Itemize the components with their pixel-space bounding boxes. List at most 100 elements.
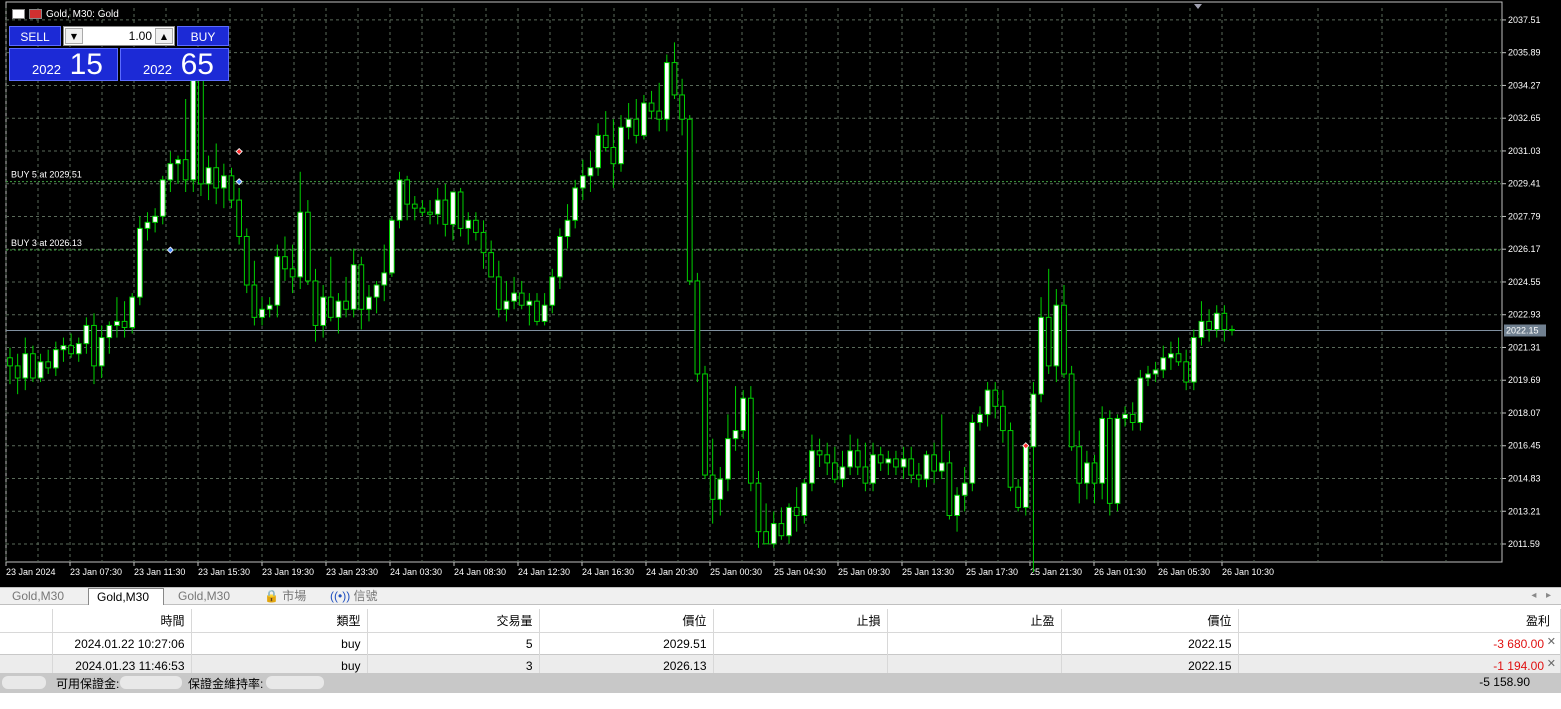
candle-body [816, 450, 823, 456]
tab-scroll-arrows[interactable]: ◂ ▸ [1531, 588, 1551, 604]
tab-gold-m30-1[interactable]: Gold,M30 [4, 588, 87, 605]
candle-body [679, 94, 685, 120]
candle-body [732, 430, 739, 440]
candle-body [457, 191, 464, 229]
trades-table: 時間 類型 交易量 價位 止損 止盈 價位 盈利 2024.01.22 10:2… [0, 609, 1561, 677]
candle-body [1091, 462, 1098, 484]
candle-body [1190, 337, 1197, 383]
candle-body [579, 175, 586, 189]
candle-body [243, 235, 250, 286]
header-sl[interactable]: 止損 [713, 609, 888, 633]
candle-body [1007, 430, 1014, 488]
candle-body [1160, 357, 1167, 371]
row-volume: 5 [367, 632, 540, 655]
lot-increase-icon[interactable]: ▲ [155, 28, 173, 44]
tab-gold-m30-3[interactable]: Gold,M30 [170, 588, 250, 605]
candle-body [60, 345, 67, 351]
candle-body [870, 454, 876, 484]
header-type[interactable]: 類型 [191, 609, 368, 633]
row-tp [887, 632, 1062, 655]
candle-body [786, 506, 792, 537]
candle-body [14, 365, 21, 379]
candle-body [213, 167, 220, 189]
candle-body [1137, 377, 1144, 423]
candle-body [641, 102, 647, 136]
header-current-price[interactable]: 價位 [1061, 609, 1239, 633]
price-tick-label: 2032.65 [1508, 113, 1541, 123]
header-profit[interactable]: 盈利 [1238, 609, 1561, 633]
candle-body [282, 256, 288, 270]
candle-body [908, 458, 915, 476]
candle-body [450, 191, 456, 225]
chart-grid-icon [12, 9, 25, 20]
candle-body [801, 482, 808, 516]
total-profit: -5 158.90 [1479, 675, 1530, 689]
price-tick-label: 2029.41 [1508, 179, 1541, 189]
candle-body [518, 292, 525, 306]
row-profit-value: -3 680.00 [1493, 636, 1544, 651]
candle-body [503, 300, 510, 310]
candle-body [877, 454, 884, 464]
price-tick-label: 2014.83 [1508, 473, 1541, 483]
time-tick-label: 24 Jan 08:30 [454, 567, 506, 577]
candle-body [923, 454, 930, 480]
row-price: 2029.51 [539, 632, 714, 655]
time-tick-label: 25 Jan 21:30 [1030, 567, 1082, 577]
candle-body [1000, 405, 1006, 432]
time-tick-label: 23 Jan 15:30 [198, 567, 250, 577]
close-order-icon[interactable]: ✕ [1547, 657, 1556, 670]
candle-body [915, 474, 922, 480]
header-volume[interactable]: 交易量 [367, 609, 540, 633]
candle-body [121, 320, 128, 328]
candle-body [854, 450, 861, 468]
candle-body [1129, 413, 1136, 423]
candle-body [1022, 446, 1029, 508]
candle-body [1106, 417, 1113, 504]
tab-label: Gold,M30 [178, 589, 231, 603]
sell-price-box[interactable]: 2022 15 [9, 48, 118, 81]
table-row[interactable]: 2024.01.22 10:27:06 buy 5 2029.51 2022.1… [0, 632, 1561, 655]
header-tp[interactable]: 止盈 [887, 609, 1062, 633]
tab-gold-m30-2[interactable]: Gold,M30 [88, 588, 164, 605]
candle-body [1145, 373, 1151, 379]
header-price[interactable]: 價位 [539, 609, 714, 633]
buy-price-prefix: 2022 [143, 62, 172, 77]
candle-body [663, 62, 670, 120]
candle-body [1045, 316, 1052, 367]
chart-area[interactable]: 2037.51 2035.89 2034.27 2032.65 2031.03 2029.… [0, 0, 1561, 587]
candle-body [717, 478, 724, 500]
sell-button[interactable]: SELL [9, 26, 61, 46]
candle-body [274, 256, 281, 306]
close-order-icon[interactable]: ✕ [1547, 635, 1556, 648]
candle-body [1099, 417, 1106, 484]
candle-body [778, 523, 785, 537]
time-tick-label: 25 Jan 13:30 [902, 567, 954, 577]
candle-body [434, 199, 441, 215]
candle-body [465, 219, 472, 229]
candle-body [389, 219, 395, 274]
tab-market[interactable]: 🔒 市場 [256, 588, 316, 605]
header-time[interactable]: 時間 [52, 609, 192, 633]
candle-body [228, 175, 235, 201]
buy-button[interactable]: BUY [177, 26, 229, 46]
candlestick-chart[interactable]: 2037.51 2035.89 2034.27 2032.65 2031.03 2029.… [0, 0, 1561, 587]
price-tick-label: 2021.31 [1508, 342, 1541, 352]
candle-body [91, 324, 97, 367]
candle-body [1206, 320, 1212, 330]
time-tick-label: 25 Jan 09:30 [838, 567, 890, 577]
lot-decrease-icon[interactable]: ▼ [65, 28, 83, 44]
redacted-margin-level [266, 676, 324, 689]
lot-size-input[interactable]: ▼ 1.00 ▲ [63, 26, 175, 46]
candle-body [488, 252, 495, 278]
header-blank [0, 609, 53, 633]
candle-body [159, 179, 166, 217]
buy-price-box[interactable]: 2022 65 [120, 48, 229, 81]
time-tick-label: 23 Jan 19:30 [262, 567, 314, 577]
candle-body [625, 118, 632, 128]
candle-body [1168, 353, 1174, 359]
candle-body [68, 345, 74, 355]
tab-signals[interactable]: ((•)) 信號 [322, 588, 392, 605]
order-line-label: BUY 5 at 2029.51 [11, 170, 82, 180]
candle-body [381, 272, 388, 286]
sell-price-pips: 15 [69, 48, 103, 81]
